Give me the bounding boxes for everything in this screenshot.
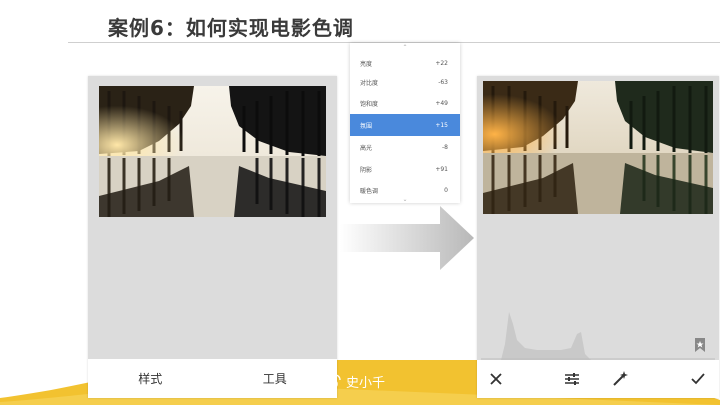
adjust-item-value: -8	[442, 143, 448, 151]
adjust-item-ambiance[interactable]: 氛围 +15	[350, 114, 460, 136]
bookmark-icon[interactable]	[694, 338, 706, 352]
tab-tools[interactable]: 工具	[263, 370, 287, 387]
adjust-item-label: 对比度	[360, 79, 379, 87]
check-icon[interactable]	[689, 370, 707, 388]
adjust-item-value: +91	[435, 165, 448, 173]
watermark: 史小千	[318, 372, 385, 391]
adjust-item-label: 亮度	[360, 60, 373, 68]
adjust-item-value: -63	[438, 78, 448, 86]
adjust-item-highlights[interactable]: 高光 -8	[350, 136, 460, 158]
adjust-item-label: 饱和度	[360, 100, 379, 108]
adjust-item-shadows[interactable]: 阴影 +91	[350, 158, 460, 180]
adjust-item-value: +49	[435, 99, 448, 107]
edited-photo	[483, 81, 713, 214]
scroll-up-icon[interactable]: ⌃	[350, 44, 460, 51]
adjust-item-label: 氛围	[360, 122, 373, 130]
bottom-tab-bar: 样式 工具	[88, 359, 337, 398]
magic-wand-icon[interactable]	[611, 370, 629, 388]
watermark-text: 史小千	[346, 376, 386, 391]
original-photo-screen: 样式 工具	[88, 76, 337, 398]
adjust-item-value: +15	[435, 121, 448, 129]
original-photo	[99, 86, 326, 217]
close-icon[interactable]	[487, 370, 505, 388]
adjust-item-value: 0	[444, 186, 448, 194]
adjust-item-label: 暖色调	[360, 187, 379, 195]
weibo-logo-icon	[318, 373, 341, 391]
adjust-item-label: 阴影	[360, 166, 373, 174]
edit-toolbar	[477, 360, 719, 398]
adjust-item-contrast[interactable]: 对比度 -63	[350, 71, 460, 93]
slide-title: 案例6：如何实现电影色调	[108, 16, 354, 40]
histogram	[481, 312, 715, 360]
scroll-down-icon[interactable]: ⌄	[350, 196, 460, 203]
sliders-icon[interactable]	[563, 370, 581, 388]
adjust-item-saturation[interactable]: 饱和度 +49	[350, 92, 460, 114]
edited-photo-screen	[477, 76, 719, 398]
adjust-item-label: 高光	[360, 144, 373, 152]
adjust-menu: ⌃ 亮度 +22 对比度 -63 饱和度 +49 氛围 +15 高光 -8 阴影…	[350, 43, 460, 203]
adjust-item-value: +22	[435, 59, 448, 67]
tab-styles[interactable]: 样式	[138, 370, 162, 387]
arrow-right-icon	[340, 206, 474, 270]
